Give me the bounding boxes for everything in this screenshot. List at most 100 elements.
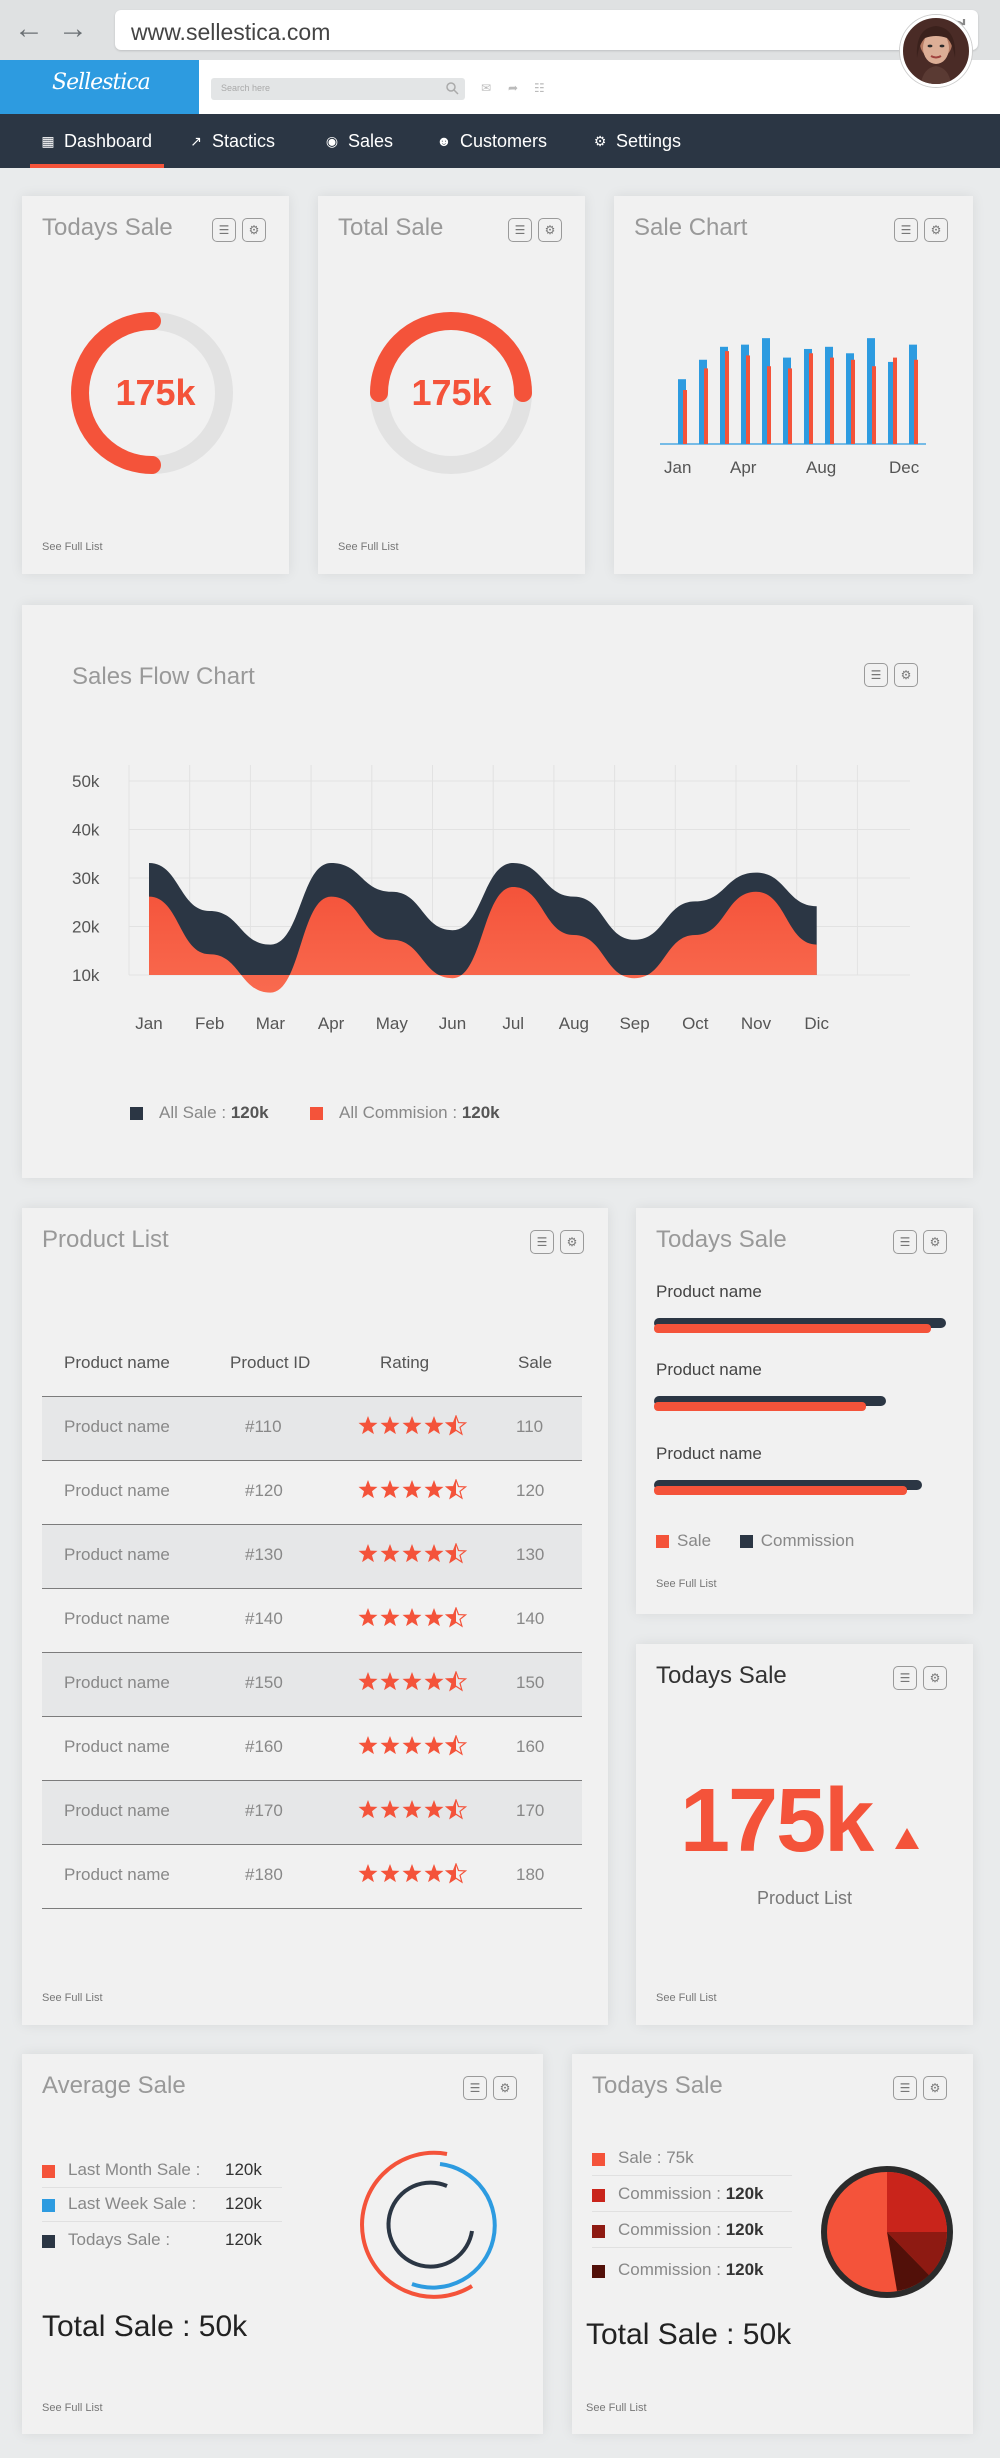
nav-item-settings[interactable]: ⚙ Settings	[592, 114, 681, 168]
menu-icon[interactable]: ☰	[530, 1230, 554, 1254]
column-header-name[interactable]: Product name	[64, 1353, 170, 1373]
settings-icon[interactable]: ⚙	[923, 1230, 947, 1254]
address-bar[interactable]: www.sellestica.com	[115, 10, 978, 50]
mail-icon[interactable]: ✉	[481, 82, 495, 94]
legend-swatch	[592, 2153, 605, 2166]
settings-icon[interactable]: ⚙	[242, 218, 266, 242]
star-full-icon	[380, 1480, 400, 1499]
legend-swatch	[310, 1107, 323, 1121]
x-tick-label: Aug	[559, 1014, 589, 1033]
table-row[interactable]: Product name #140 140	[42, 1588, 582, 1652]
column-header-rating[interactable]: Rating	[380, 1353, 429, 1373]
list-label: Commission : 120k	[618, 2220, 764, 2240]
legend-label: Commission	[760, 1531, 855, 1550]
star-full-icon	[424, 1736, 444, 1755]
menu-icon[interactable]: ☰	[463, 2076, 487, 2100]
star-full-icon	[358, 1864, 378, 1883]
main-nav: ▦ Dashboard ↗ Stactics ◉ Sales ☻ Custome…	[0, 114, 1000, 168]
table-row[interactable]: Product name #150 150	[42, 1652, 582, 1716]
cart-icon[interactable]: ☷	[534, 82, 548, 94]
nav-label: Stactics	[212, 131, 276, 151]
back-arrow-icon[interactable]: ←	[14, 14, 44, 44]
avatar[interactable]	[900, 15, 972, 87]
column-header-sale[interactable]: Sale	[518, 1353, 552, 1373]
settings-icon[interactable]: ⚙	[560, 1230, 584, 1254]
nav-item-customers[interactable]: ☻ Customers	[436, 114, 547, 168]
card-title: Product List	[42, 1226, 169, 1253]
x-tick-label: May	[376, 1014, 409, 1033]
forward-arrow-icon[interactable]: →	[58, 14, 88, 44]
product-name-label: Product name	[656, 1282, 762, 1301]
star-full-icon	[424, 1416, 444, 1435]
settings-icon[interactable]: ⚙	[923, 2076, 947, 2100]
see-full-list-link[interactable]: See Full List	[656, 1992, 717, 2004]
menu-icon[interactable]: ☰	[894, 218, 918, 242]
settings-icon[interactable]: ⚙	[924, 218, 948, 242]
rating-stars	[358, 1671, 467, 1692]
logo-text: Sellestica	[52, 70, 151, 95]
table-row[interactable]: Product name #170 170	[42, 1780, 582, 1844]
star-full-icon	[380, 1416, 400, 1435]
settings-icon[interactable]: ⚙	[493, 2076, 517, 2100]
list-value: 120k	[725, 2220, 764, 2239]
list-item: Commission : 120k	[592, 2178, 792, 2212]
x-tick-label: Sep	[619, 1014, 649, 1033]
product-id-cell: #130	[245, 1545, 283, 1564]
see-full-list-link[interactable]: See Full List	[42, 1992, 103, 2004]
column-header-id[interactable]: Product ID	[230, 1353, 310, 1373]
legend-swatch	[42, 2165, 55, 2178]
see-full-list-link[interactable]: See Full List	[42, 2402, 103, 2414]
list-value: 120k	[225, 2230, 262, 2249]
nav-item-dashboard[interactable]: ▦ Dashboard	[29, 114, 165, 168]
total-sale-text: Total Sale : 50k	[586, 2318, 792, 2351]
nav-item-sales[interactable]: ◉ Sales	[324, 114, 393, 168]
x-tick-label: Jan	[664, 458, 692, 477]
bar-red-Jan	[683, 390, 687, 444]
table-row[interactable]: Product name #130 130	[42, 1524, 582, 1588]
product-name-cell: Product name	[64, 1737, 170, 1756]
star-full-icon	[424, 1480, 444, 1499]
menu-icon[interactable]: ☰	[212, 218, 236, 242]
star-full-icon	[358, 1480, 378, 1499]
settings-icon[interactable]: ⚙	[923, 1666, 947, 1690]
card-actions: ☰ ⚙	[893, 2076, 947, 2100]
menu-icon[interactable]: ☰	[893, 2076, 917, 2100]
see-full-list-link[interactable]: See Full List	[586, 2402, 647, 2414]
card-title: Sales Flow Chart	[72, 663, 255, 690]
menu-icon[interactable]: ☰	[893, 1230, 917, 1254]
table-row[interactable]: Product name #160 160	[42, 1716, 582, 1780]
dollar-icon: ◉	[325, 133, 339, 149]
settings-icon[interactable]: ⚙	[538, 218, 562, 242]
nav-item-stactics[interactable]: ↗ Stactics	[188, 114, 275, 168]
table-row[interactable]: Product name #180 180	[42, 1844, 582, 1908]
bar-red-Dec	[914, 359, 918, 444]
list-item: Sale : 75k	[592, 2142, 792, 2176]
list-label-text: Commission :	[618, 2184, 726, 2203]
menu-icon[interactable]: ☰	[508, 218, 532, 242]
settings-icon[interactable]: ⚙	[894, 663, 918, 687]
table-row[interactable]: Product name #120 120	[42, 1460, 582, 1524]
search-input[interactable]: Search here	[211, 78, 465, 100]
menu-icon[interactable]: ☰	[893, 1666, 917, 1690]
card-actions: ☰ ⚙	[508, 218, 562, 242]
x-tick-label: Apr	[318, 1014, 345, 1033]
product-sale-cell: 180	[516, 1865, 545, 1884]
star-full-icon	[380, 1800, 400, 1819]
table-row[interactable]: Product name #110 110	[42, 1396, 582, 1460]
see-full-list-link[interactable]: See Full List	[338, 541, 399, 553]
menu-icon[interactable]: ☰	[864, 663, 888, 687]
card-actions: ☰ ⚙	[893, 1230, 947, 1254]
logo[interactable]: Sellestica	[0, 60, 199, 114]
star-full-icon	[424, 1608, 444, 1627]
see-full-list-link[interactable]: See Full List	[656, 1578, 717, 1590]
legend-swatch	[592, 2189, 605, 2202]
url-text: www.sellestica.com	[131, 19, 331, 45]
see-full-list-link[interactable]: See Full List	[42, 541, 103, 553]
search-icon[interactable]	[445, 81, 459, 95]
share-icon[interactable]: ➦	[508, 82, 522, 94]
product-name-cell: Product name	[64, 1481, 170, 1500]
x-tick-label: Jul	[502, 1014, 524, 1033]
product-list-card: Product List ☰ ⚙ Product name Product ID…	[22, 1208, 608, 2025]
list-value: 120k	[225, 2160, 262, 2179]
star-full-icon	[358, 1416, 378, 1435]
